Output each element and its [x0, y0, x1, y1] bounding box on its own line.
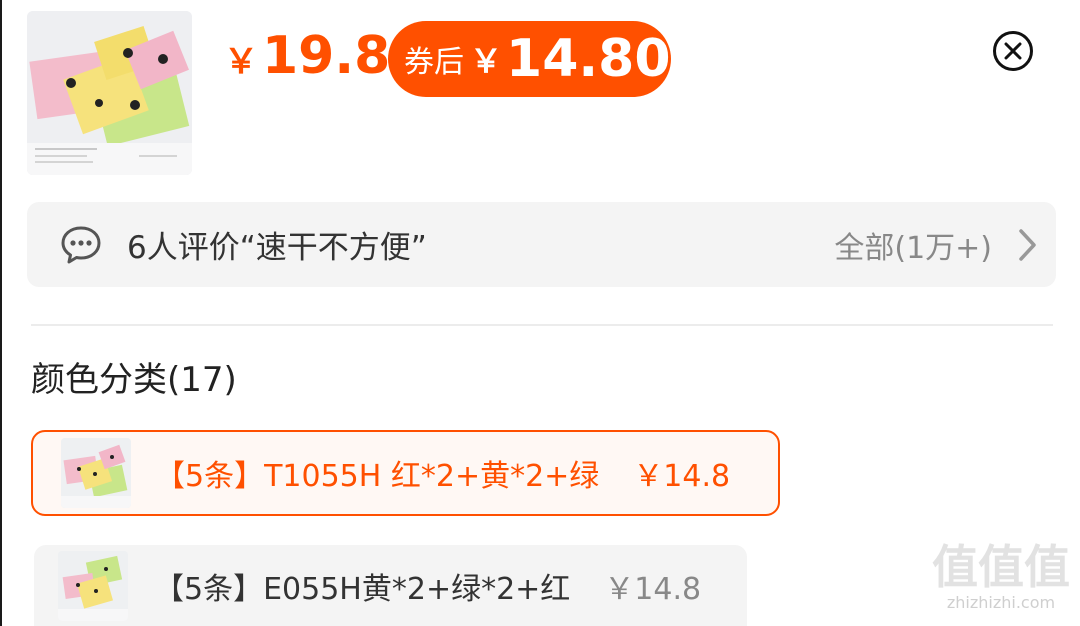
coupon-price-badge: 券后 ￥ 14.80	[388, 21, 671, 97]
site-watermark: 值值值 zhizhizhi.com	[928, 542, 1074, 614]
left-edge-line	[0, 0, 2, 626]
sku-option-price: ￥14.8	[633, 459, 731, 494]
review-keyword-text: 6人评价“速干不方便”	[127, 230, 427, 266]
original-price: ￥ 19.8	[224, 26, 390, 86]
sku-option-name: 【5条】T1055H 红*2+黄*2+绿	[155, 459, 600, 494]
color-section-title: 颜色分类(17)	[31, 360, 237, 400]
review-all-link[interactable]: 全部(1万+)	[834, 223, 992, 267]
review-summary-bar[interactable]: 6人评价“速干不方便” 全部(1万+)	[27, 202, 1056, 287]
watermark-url: zhizhizhi.com	[946, 593, 1056, 612]
sku-option-selected[interactable]: 【5条】T1055H 红*2+黄*2+绿 ￥14.8	[31, 430, 780, 516]
section-divider	[31, 324, 1053, 326]
towel-sku-image	[61, 438, 131, 508]
chat-bubble-icon	[61, 226, 101, 263]
towel-sku-image	[58, 550, 128, 621]
close-circle-icon	[1004, 42, 1022, 60]
close-button[interactable]	[993, 31, 1033, 71]
price-currency: ￥	[224, 42, 258, 82]
chevron-right-icon	[1019, 228, 1036, 261]
sku-option-name: 【5条】E055H黄*2+绿*2+红	[154, 571, 571, 607]
sku-thumbnail	[58, 550, 128, 621]
sku-option-price: ￥14.8	[604, 571, 702, 607]
price-value: 19.8	[262, 26, 391, 86]
towel-product-image	[27, 11, 192, 175]
sku-option[interactable]: 【5条】E055H黄*2+绿*2+红 ￥14.8	[34, 545, 747, 626]
coupon-price-value: 14.80	[506, 29, 671, 89]
coupon-label: 券后	[404, 45, 464, 80]
watermark-logo: 值值值	[932, 540, 1070, 594]
sku-thumbnail	[61, 438, 131, 508]
product-thumbnail[interactable]	[27, 11, 192, 175]
coupon-currency: ￥	[470, 42, 503, 80]
